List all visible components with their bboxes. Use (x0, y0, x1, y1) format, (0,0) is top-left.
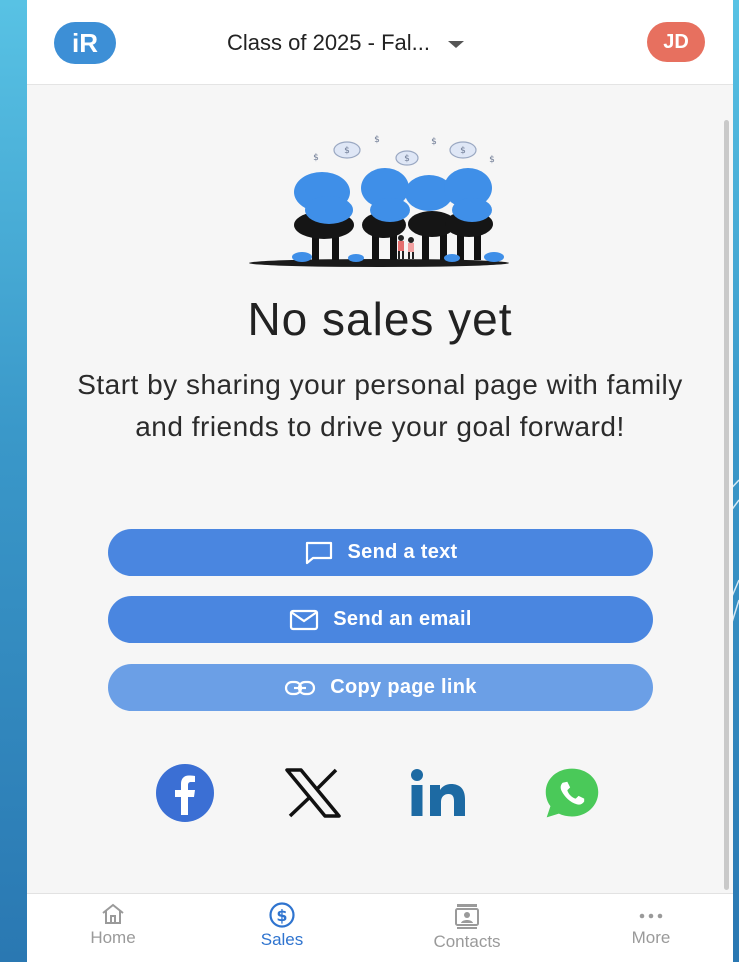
svg-text:$: $ (460, 146, 466, 156)
send-text-label: Send a text (347, 541, 458, 563)
nav-sales-label: Sales (260, 930, 304, 949)
svg-text:$: $ (431, 137, 437, 147)
team-selector[interactable]: Class of 2025 - Fal... (227, 30, 464, 56)
scrollbar[interactable] (724, 120, 729, 890)
x-button[interactable] (283, 765, 343, 821)
send-email-label: Send an email (333, 608, 472, 630)
home-icon (102, 903, 124, 924)
chevron-down-icon (447, 40, 464, 48)
contacts-icon (455, 904, 479, 929)
x-icon (285, 768, 341, 818)
nav-home-label: Home (90, 928, 136, 947)
svg-text:$: $ (313, 153, 319, 163)
facebook-icon (156, 764, 214, 822)
send-text-button[interactable]: Send a text (108, 529, 653, 576)
svg-text:$: $ (276, 906, 287, 925)
app-screen: iR Class of 2025 - Fal... JD $ $ $ $ $ $ $ (27, 0, 733, 962)
copy-link-button[interactable]: Copy page link (108, 664, 653, 711)
whatsapp-button[interactable] (542, 765, 602, 821)
nav-more-label: More (631, 928, 671, 947)
bottom-navigation: Home $ Sales Contacts More (27, 893, 733, 962)
copy-link-label: Copy page link (330, 676, 477, 698)
linkedin-button[interactable] (410, 765, 470, 821)
svg-text:$: $ (404, 154, 410, 164)
nav-more[interactable]: More (591, 902, 711, 948)
empty-state-title: No sales yet (247, 293, 513, 345)
team-selector-label: Class of 2025 - Fal... (227, 30, 430, 55)
link-icon (285, 680, 316, 695)
empty-state-message: Start by sharing your personal page with… (77, 369, 683, 442)
more-icon (639, 913, 663, 919)
nav-home[interactable]: Home (53, 902, 173, 948)
message-icon (305, 541, 332, 564)
svg-text:$: $ (374, 135, 380, 145)
nav-sales[interactable]: $ Sales (222, 902, 342, 950)
dollar-icon: $ (269, 902, 295, 928)
send-email-button[interactable]: Send an email (108, 596, 653, 643)
mail-icon (290, 609, 319, 630)
nav-contacts-label: Contacts (433, 932, 501, 951)
svg-text:$: $ (344, 146, 350, 156)
empty-state-illustration: $ $ $ $ $ $ $ (249, 135, 509, 267)
facebook-button[interactable] (155, 764, 215, 822)
whatsapp-icon (545, 768, 599, 818)
linkedin-icon (411, 769, 465, 816)
app-header: iR Class of 2025 - Fal... JD (27, 0, 733, 85)
svg-text:$: $ (489, 155, 495, 165)
avatar[interactable]: JD (647, 22, 705, 62)
app-logo[interactable]: iR (54, 22, 116, 64)
nav-contacts[interactable]: Contacts (407, 902, 527, 952)
